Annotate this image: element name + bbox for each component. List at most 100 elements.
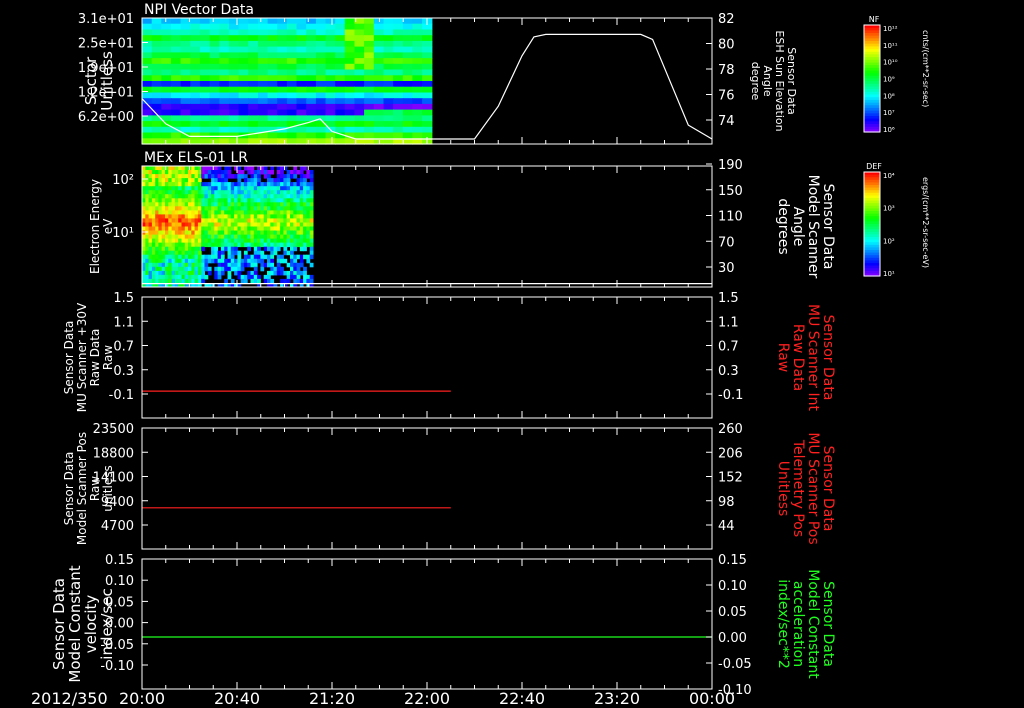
heatmap-cell: [214, 178, 219, 183]
heatmap-cell: [276, 214, 281, 219]
heatmap-cell: [267, 210, 271, 215]
heatmap-cell: [165, 218, 169, 223]
heatmap-cell: [188, 190, 192, 195]
heatmap-cell: [234, 218, 238, 223]
heatmap-cell: [248, 109, 259, 116]
heatmap-cell: [227, 238, 232, 244]
heatmap-cell: [306, 214, 311, 219]
heatmap-cell: [224, 206, 228, 211]
heatmap-cell: [145, 278, 150, 284]
heatmap-cell: [178, 254, 182, 260]
heatmap-cell: [148, 198, 153, 203]
heatmap-cell: [276, 178, 281, 183]
heatmap-cell: [257, 246, 261, 252]
heatmap-cell: [263, 230, 268, 235]
heatmap-cell: [422, 115, 433, 122]
heatmap-cell: [199, 40, 211, 48]
heatmap-cell: [299, 190, 304, 195]
heatmap-cell: [280, 202, 284, 207]
heatmap-cell: [171, 23, 182, 30]
heatmap-cell: [299, 254, 304, 260]
heatmap-cell: [178, 214, 182, 219]
heatmap-cell: [373, 86, 385, 93]
heatmap-cell: [227, 230, 232, 235]
heatmap-cell: [267, 75, 278, 82]
heatmap-cell: [181, 170, 186, 175]
heatmap-cell: [174, 234, 179, 240]
heatmap-cell: [181, 226, 186, 231]
heatmap-cell: [180, 109, 191, 116]
heatmap-cell: [267, 109, 278, 116]
heatmap-cell: [165, 222, 169, 227]
heatmap-cell: [293, 186, 298, 191]
heatmap-cell: [217, 266, 222, 272]
heatmap-cell: [194, 202, 199, 207]
heatmap-cell: [299, 174, 304, 179]
heatmap-cell: [393, 81, 404, 88]
heatmap-cell: [151, 46, 162, 53]
heatmap-cell: [303, 226, 307, 231]
heatmap-cell: [296, 132, 307, 139]
heatmap-cell: [227, 174, 232, 179]
heatmap-cell: [286, 103, 298, 111]
heatmap-cell: [286, 109, 298, 116]
heatmap-cell: [237, 222, 242, 227]
heatmap-cell: [194, 254, 199, 260]
heatmap-cell: [165, 226, 169, 231]
heatmap-cell: [237, 258, 242, 264]
heatmap-cell: [293, 226, 298, 231]
right-axis-label-line: Unitless: [775, 461, 791, 517]
heatmap-cell: [201, 270, 205, 276]
heatmap-cell: [237, 186, 242, 191]
heatmap-cell: [142, 182, 146, 187]
heatmap-cell: [253, 230, 258, 235]
heatmap-cell: [217, 226, 222, 231]
heatmap-cell: [253, 242, 258, 248]
heatmap-cell: [217, 170, 222, 175]
heatmap-cell: [267, 270, 271, 276]
heatmap-cell: [151, 63, 162, 71]
heatmap-cell: [165, 190, 169, 195]
heatmap-cell: [180, 58, 191, 65]
heatmap-cell: [158, 274, 163, 280]
right-tick-label: -0.05: [718, 657, 752, 672]
heatmap-cell: [263, 234, 268, 240]
heatmap-cell: [325, 18, 336, 25]
right-tick-label: 98: [718, 495, 735, 510]
heatmap-cell: [354, 23, 365, 30]
heatmap-cell: [247, 238, 251, 244]
heatmap-cell: [181, 182, 186, 187]
heatmap-cell: [267, 86, 278, 93]
heatmap-cell: [237, 254, 242, 260]
heatmap-cell: [209, 92, 220, 99]
heatmap-cell: [145, 190, 150, 195]
heatmap-cell: [309, 170, 314, 175]
heatmap-cell: [243, 258, 248, 264]
date-label: 2012/350: [31, 689, 108, 708]
heatmap-cell: [267, 92, 278, 99]
heatmap-cell: [168, 258, 173, 264]
heatmap-cell: [220, 210, 225, 215]
heatmap-cell: [412, 35, 423, 42]
heatmap-cell: [151, 234, 156, 240]
heatmap-cell: [257, 103, 269, 111]
heatmap-cell: [219, 35, 230, 42]
heatmap-cell: [273, 242, 278, 248]
heatmap-cell: [309, 218, 314, 223]
heatmap-cell: [201, 170, 205, 175]
heatmap-cell: [158, 250, 163, 256]
heatmap-cell: [227, 274, 232, 280]
heatmap-cell: [197, 238, 202, 244]
right-axis-label-line: degree: [749, 62, 762, 101]
heatmap-cell: [161, 63, 172, 71]
heatmap-cell: [165, 238, 169, 244]
heatmap-cell: [228, 52, 240, 59]
heatmap-cell: [383, 81, 394, 88]
heatmap-cell: [151, 206, 156, 211]
heatmap-cell: [238, 69, 249, 76]
heatmap-cell: [224, 226, 228, 231]
heatmap-cell: [237, 206, 242, 211]
heatmap-cell: [270, 278, 275, 284]
heatmap-cell: [151, 210, 156, 215]
heatmap-cell: [315, 92, 327, 99]
